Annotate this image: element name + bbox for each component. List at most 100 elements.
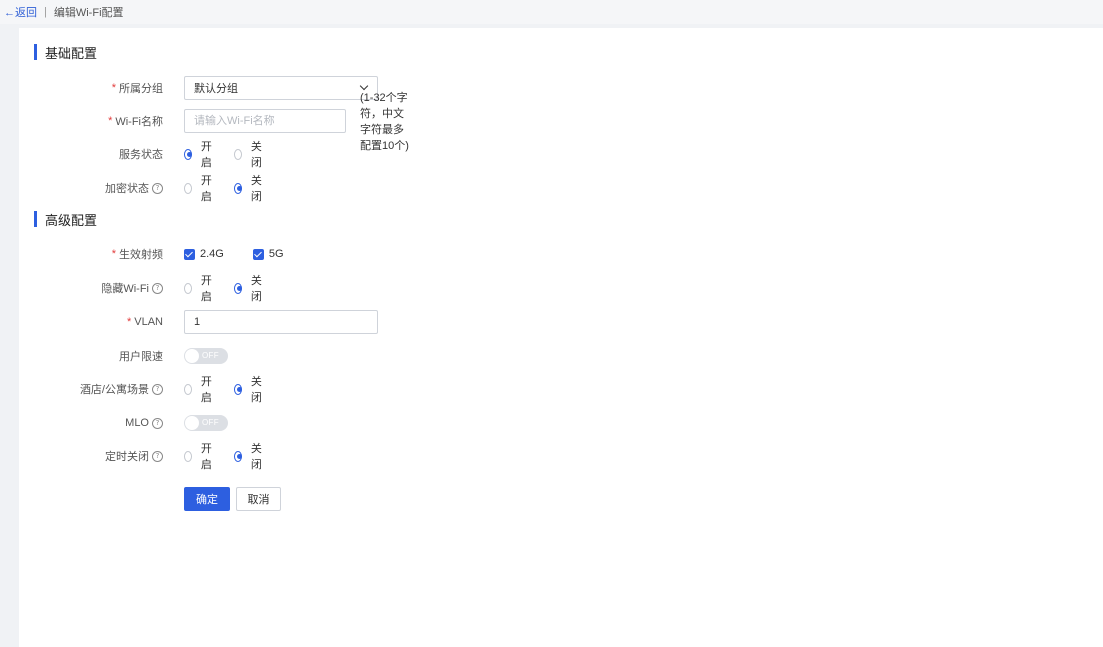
user-rate-limit-toggle[interactable]: OFF (184, 348, 228, 364)
group-label-text: 所属分组 (119, 83, 163, 95)
timed-off-radio-group: 开启 关闭 (184, 440, 284, 472)
hotel-scene-label: 酒店/公寓场景 ? (19, 381, 163, 397)
hide-wifi-off-radio[interactable]: 关闭 (234, 272, 265, 304)
user-rate-limit-label: 用户限速 (19, 348, 163, 364)
wifi-name-label: * Wi-Fi名称 (19, 113, 163, 129)
required-mark: * (108, 115, 113, 127)
encryption-status-radio-group: 开启 关闭 (184, 172, 284, 204)
required-mark: * (111, 82, 116, 94)
section-advanced-title: 高级配置 (45, 212, 98, 228)
service-status-radio-group: 开启 关闭 (184, 138, 284, 170)
radio-band-checkbox-group: 2.4G 5G (184, 248, 313, 260)
service-status-on-radio[interactable]: 开启 (184, 138, 215, 170)
encryption-status-label-text: 加密状态 (105, 183, 149, 195)
radio-label: 开启 (200, 376, 212, 404)
radio-label: 开启 (200, 175, 212, 203)
radio-unchecked-icon (184, 282, 192, 294)
vlan-label-text: VLAN (134, 316, 163, 328)
wifi-name-hint: (1-32个字符，中文字符最多配置10个) (360, 92, 409, 152)
radio-label: 关闭 (250, 175, 262, 203)
hide-wifi-label-text: 隐藏Wi-Fi (101, 283, 149, 295)
radio-band-label-text: 生效射频 (119, 249, 163, 261)
vlan-input[interactable] (184, 310, 378, 334)
toggle-knob (185, 349, 199, 363)
hotel-scene-off-radio[interactable]: 关闭 (234, 373, 265, 405)
help-icon[interactable]: ? (152, 450, 163, 462)
row-vlan: * VLAN (19, 310, 378, 334)
back-link[interactable]: ←返回 (4, 4, 37, 20)
row-user-rate-limit: 用户限速 OFF (19, 344, 228, 368)
service-status-label: 服务状态 (19, 146, 163, 162)
radio-label: 关闭 (250, 275, 262, 303)
confirm-button[interactable]: 确定 (184, 487, 230, 511)
vlan-label: * VLAN (19, 316, 163, 328)
wifi-name-label-text: Wi-Fi名称 (115, 116, 163, 128)
row-wifi-name: * Wi-Fi名称 (1-32个字符，中文字符最多配置10个) (19, 92, 409, 152)
radio-checked-icon (184, 148, 192, 160)
radio-label: 关闭 (250, 443, 262, 471)
mlo-toggle[interactable]: OFF (184, 415, 228, 431)
band-5g-checkbox[interactable]: 5G (252, 248, 284, 260)
section-basic: 基础配置 (34, 44, 98, 61)
radio-unchecked-icon (184, 450, 192, 462)
cancel-button[interactable]: 取消 (236, 487, 281, 511)
group-label: * 所属分组 (19, 80, 163, 96)
timed-off-label-text: 定时关闭 (105, 451, 149, 463)
section-advanced: 高级配置 (34, 211, 98, 228)
radio-checked-icon (234, 450, 242, 462)
section-marker (34, 44, 37, 60)
checkbox-checked-icon (252, 248, 264, 260)
toggle-state: OFF (202, 351, 219, 360)
row-hotel-scene: 酒店/公寓场景 ? 开启 关闭 (19, 376, 262, 404)
breadcrumb-separator: | (44, 6, 47, 18)
hotel-scene-label-text: 酒店/公寓场景 (79, 384, 149, 396)
radio-unchecked-icon (234, 148, 242, 160)
required-mark: * (111, 248, 116, 260)
row-encryption-status: 加密状态 ? 开启 关闭 (19, 175, 262, 203)
help-icon[interactable]: ? (152, 182, 163, 194)
row-mlo: MLO ? OFF (19, 411, 228, 435)
row-radio-band: * 生效射频 2.4G 5G (19, 242, 284, 266)
timed-off-off-radio[interactable]: 关闭 (234, 440, 265, 472)
row-service-status: 服务状态 开启 关闭 (19, 141, 262, 169)
timed-off-label: 定时关闭 ? (19, 448, 163, 464)
encryption-off-radio[interactable]: 关闭 (234, 172, 265, 204)
radio-label: 开启 (200, 141, 212, 169)
row-timed-off: 定时关闭 ? 开启 关闭 (19, 443, 262, 471)
hide-wifi-on-radio[interactable]: 开启 (184, 272, 215, 304)
mlo-label: MLO ? (19, 417, 163, 429)
encryption-on-radio[interactable]: 开启 (184, 172, 215, 204)
hotel-scene-radio-group: 开启 关闭 (184, 373, 284, 405)
row-hide-wifi: 隐藏Wi-Fi ? 开启 关闭 (19, 275, 261, 303)
service-status-label-text: 服务状态 (119, 149, 163, 161)
hide-wifi-radio-group: 开启 关闭 (184, 272, 284, 304)
help-icon[interactable]: ? (152, 417, 163, 429)
wifi-name-input[interactable] (184, 109, 346, 133)
radio-label: 开启 (200, 275, 212, 303)
toggle-state: OFF (202, 418, 219, 427)
breadcrumb: ←返回 | 编辑Wi-Fi配置 (0, 0, 1103, 24)
timed-off-on-radio[interactable]: 开启 (184, 440, 215, 472)
radio-label: 关闭 (250, 141, 262, 169)
required-mark: * (126, 316, 132, 328)
radio-band-label: * 生效射频 (19, 246, 163, 262)
help-icon[interactable]: ? (152, 282, 163, 294)
section-basic-title: 基础配置 (45, 45, 98, 61)
checkbox-checked-icon (184, 248, 195, 260)
radio-label: 开启 (200, 443, 212, 471)
checkbox-label: 2.4G (200, 248, 224, 260)
band-24g-checkbox[interactable]: 2.4G (184, 248, 224, 260)
toggle-knob (185, 416, 199, 430)
hide-wifi-label: 隐藏Wi-Fi ? (19, 280, 163, 296)
section-marker (34, 211, 37, 227)
radio-label: 关闭 (250, 376, 262, 404)
mlo-label-text: MLO (125, 417, 149, 429)
service-status-off-radio[interactable]: 关闭 (234, 138, 265, 170)
hotel-scene-on-radio[interactable]: 开启 (184, 373, 215, 405)
help-icon[interactable]: ? (152, 383, 163, 395)
radio-checked-icon (234, 282, 242, 294)
row-group: * 所属分组 默认分组 (19, 76, 378, 100)
radio-checked-icon (234, 182, 242, 194)
form-panel: 基础配置 * 所属分组 默认分组 * Wi-Fi名称 (1-32个字符，中文字符… (19, 28, 1103, 647)
page-title: 编辑Wi-Fi配置 (53, 7, 124, 19)
